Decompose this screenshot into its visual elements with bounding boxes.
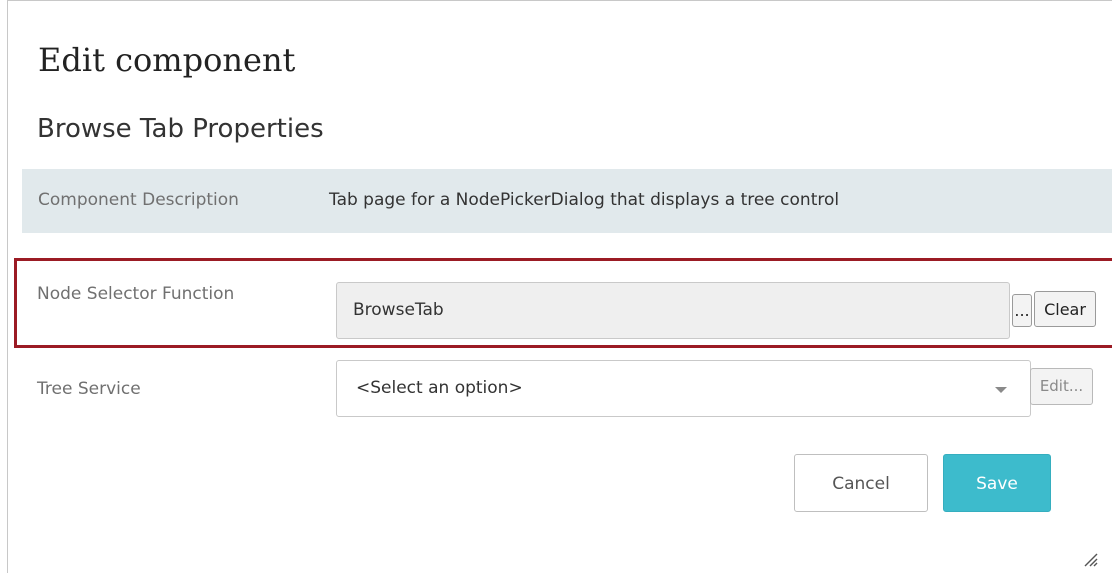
- edit-button[interactable]: Edit...: [1030, 368, 1093, 405]
- component-description-row: Component Description Tab page for a Nod…: [22, 169, 1112, 233]
- cancel-button[interactable]: Cancel: [794, 454, 928, 512]
- section-title: Browse Tab Properties: [37, 114, 324, 144]
- node-selector-function-label: Node Selector Function: [37, 284, 235, 304]
- tree-service-selected-value: <Select an option>: [356, 378, 523, 398]
- tree-service-label: Tree Service: [37, 379, 141, 399]
- component-description-value: Tab page for a NodePickerDialog that dis…: [329, 190, 840, 210]
- save-button[interactable]: Save: [943, 454, 1051, 512]
- clear-button[interactable]: Clear: [1034, 291, 1096, 327]
- resize-grip-icon[interactable]: [1082, 551, 1098, 567]
- browse-button[interactable]: ...: [1012, 294, 1032, 327]
- tree-service-select[interactable]: <Select an option>: [336, 360, 1031, 417]
- chevron-down-icon: [995, 387, 1007, 393]
- dialog-title: Edit component: [38, 41, 296, 79]
- node-selector-function-input[interactable]: BrowseTab: [336, 282, 1010, 339]
- component-description-label: Component Description: [38, 190, 239, 210]
- edit-component-dialog: Edit component Browse Tab Properties Com…: [7, 0, 1112, 573]
